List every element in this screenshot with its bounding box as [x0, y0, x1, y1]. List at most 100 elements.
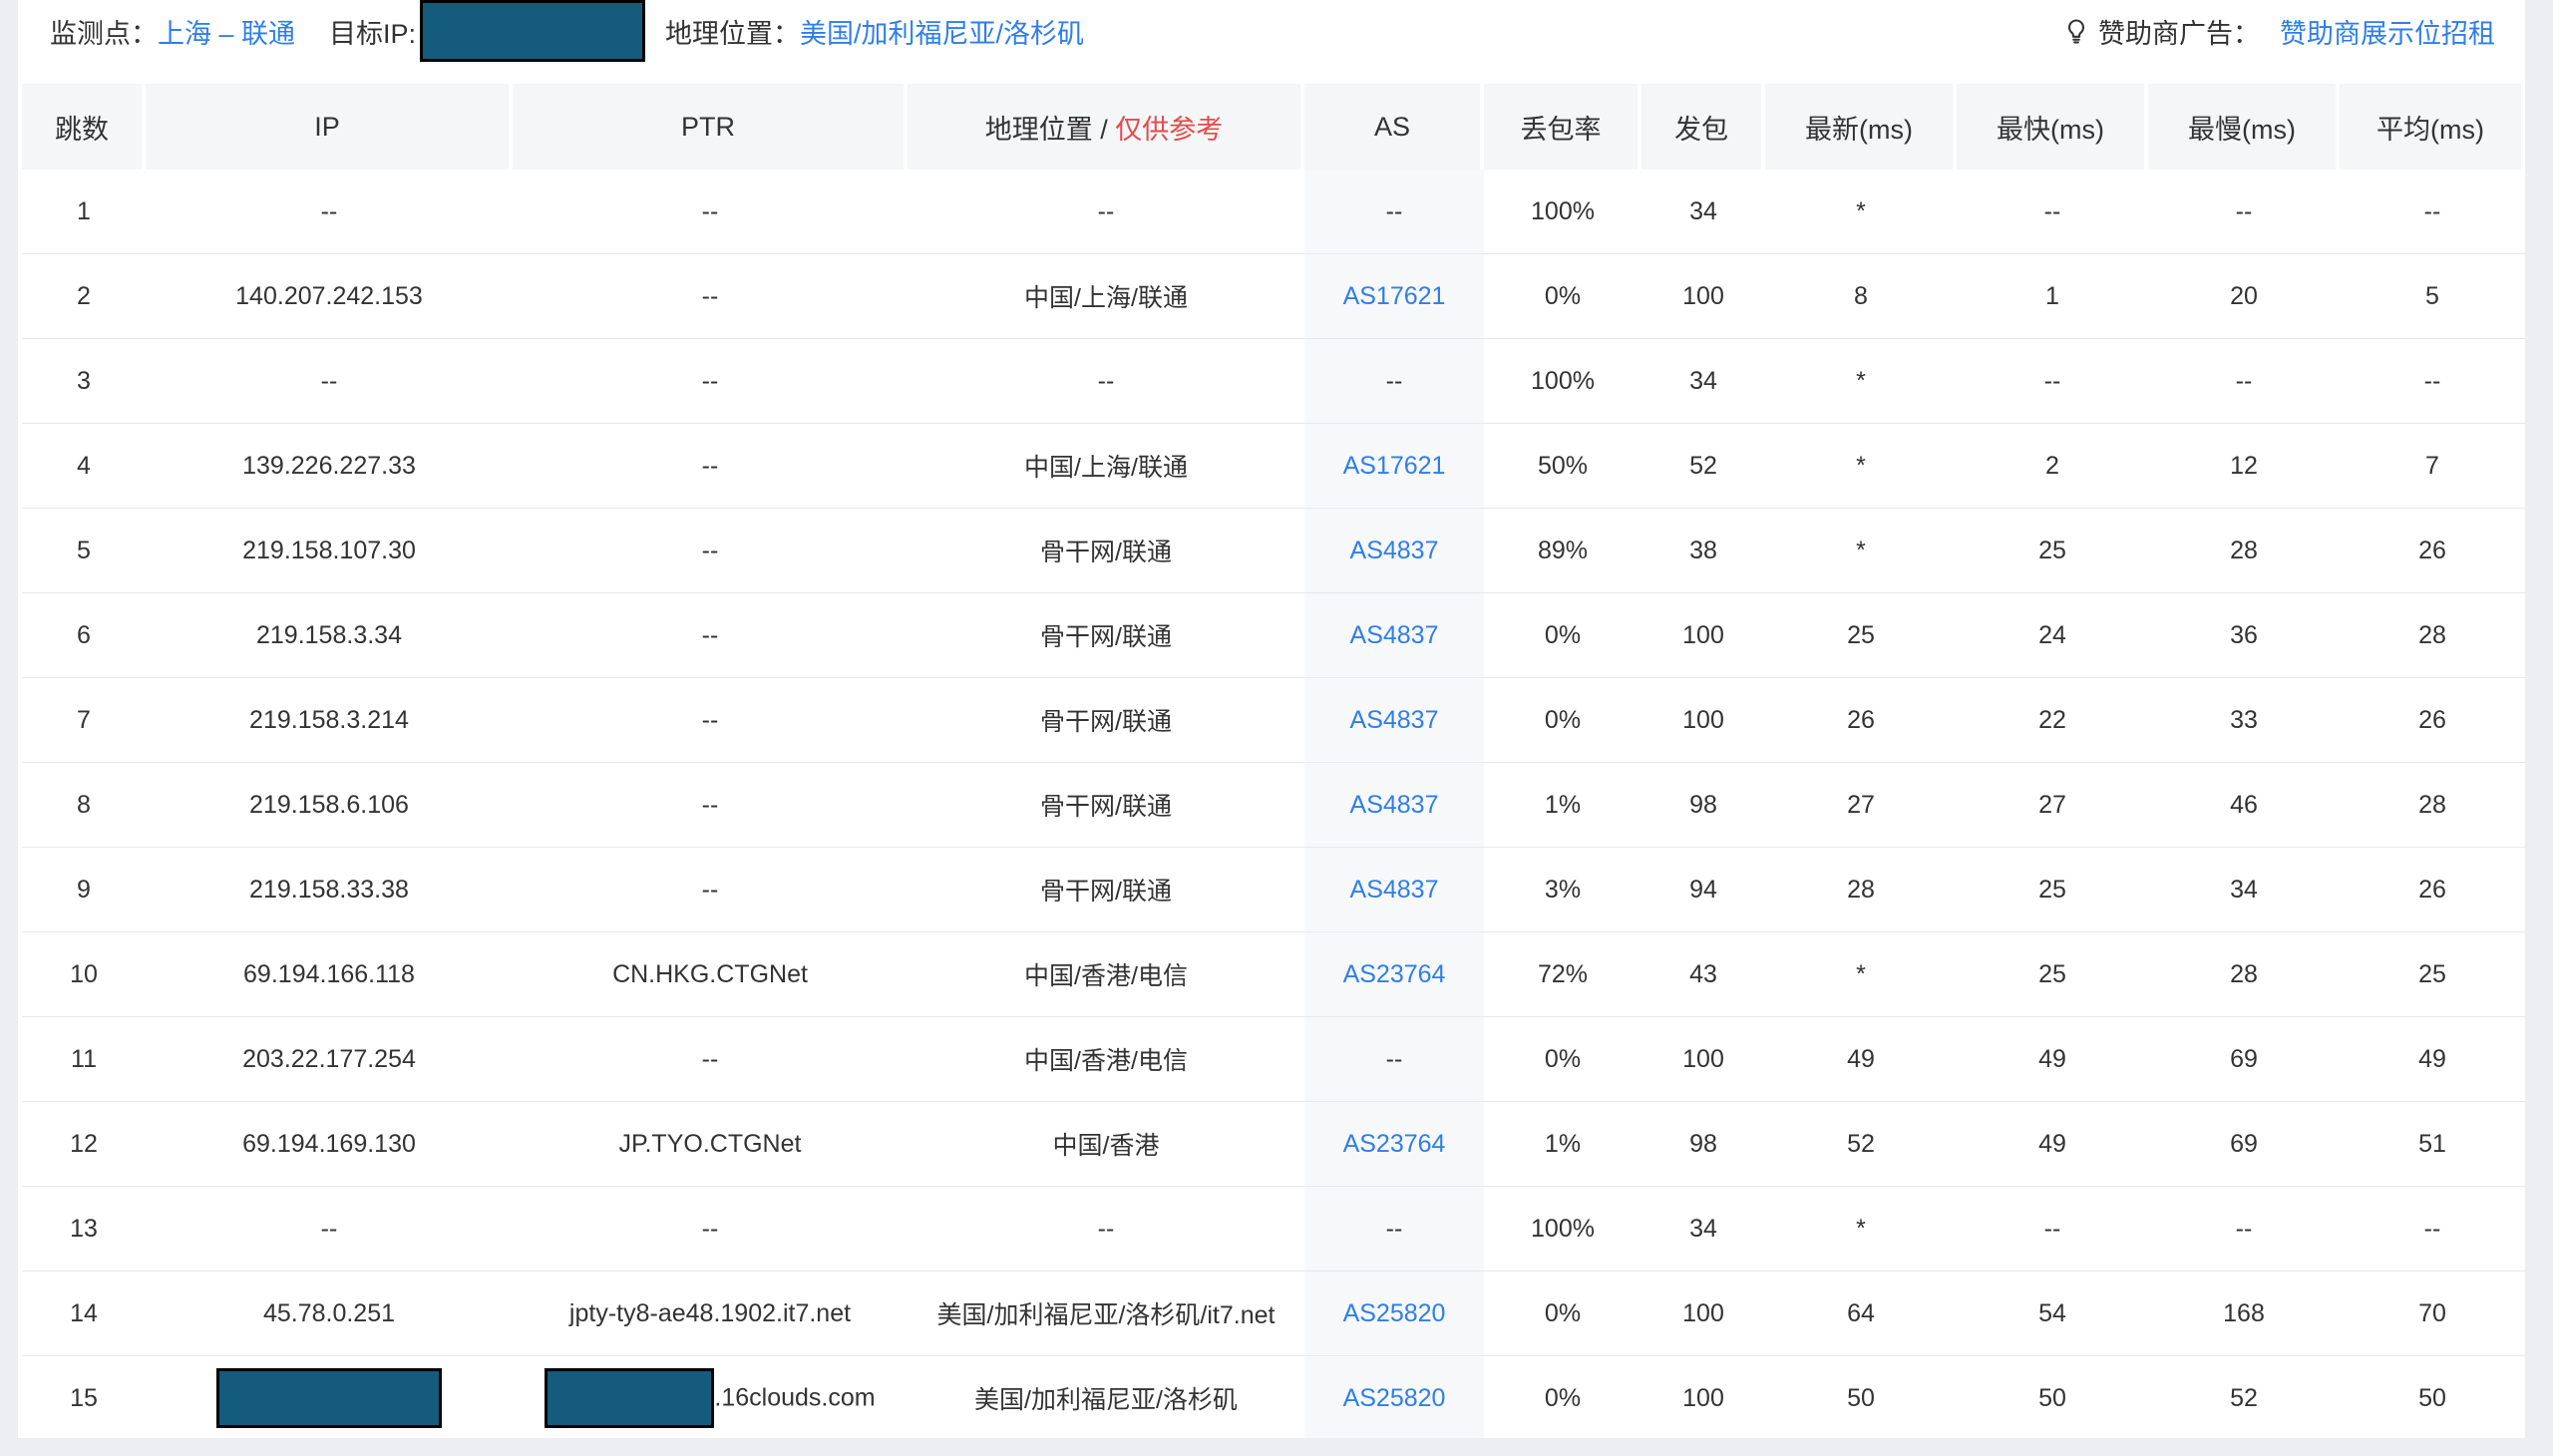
cell-hop: 11 [22, 1017, 146, 1102]
cell-last: 27 [1765, 763, 1957, 848]
as-link[interactable]: AS23764 [1343, 960, 1446, 988]
cell-geo: 中国/上海/联通 [908, 424, 1304, 509]
cell-worst: 12 [2148, 424, 2340, 509]
cell-ptr: .16clouds.com [513, 1356, 908, 1438]
cell-last: 52 [1765, 1102, 1957, 1187]
cell-sent: 98 [1641, 763, 1765, 848]
cell-geo: 美国/加利福尼亚/洛杉矶/it7.net [908, 1272, 1304, 1356]
sponsor-link[interactable]: 赞助商展示位招租 [2280, 12, 2495, 51]
cell-geo: 中国/香港/电信 [908, 1017, 1304, 1102]
cell-ip: 219.158.107.30 [146, 509, 513, 593]
table-row: 7 219.158.3.214 -- 骨干网/联通 AS4837 0% 100 26 22 33 2… [22, 678, 2525, 763]
sponsor-ad: 赞助商广告： 赞助商展示位招租 [2062, 0, 2495, 62]
cell-avg: 28 [2340, 593, 2525, 678]
cell-loss: 0% [1484, 593, 1641, 678]
cell-loss: 1% [1484, 763, 1641, 848]
cell-geo: 骨干网/联通 [908, 509, 1304, 593]
cell-geo: 中国/上海/联通 [908, 254, 1304, 339]
cell-ptr: -- [513, 424, 908, 509]
cell-worst: 69 [2148, 1102, 2340, 1187]
table-row: 4 139.226.227.33 -- 中国/上海/联通 AS17621 50% 52 * 2 1… [22, 424, 2525, 509]
ptr-suffix: .16clouds.com [714, 1383, 876, 1412]
cell-as: AS4837 [1304, 509, 1484, 593]
cell-ptr: jpty-ty8-ae48.1902.it7.net [513, 1272, 908, 1356]
cell-ptr: -- [513, 509, 908, 593]
header-hop: 跳数 [22, 84, 146, 170]
cell-best: 49 [1957, 1102, 2148, 1187]
as-value: -- [1385, 1044, 1403, 1073]
as-link[interactable]: AS25820 [1343, 1299, 1446, 1327]
cell-hop: 15 [22, 1356, 146, 1438]
cell-avg: 25 [2340, 932, 2525, 1017]
geo-value-link[interactable]: 美国/加利福尼亚/洛杉矶 [800, 12, 1084, 51]
cell-ip: 219.158.3.34 [146, 593, 513, 678]
cell-hop: 6 [22, 593, 146, 678]
cell-as: AS4837 [1304, 678, 1484, 763]
header-geo-label: 地理位置 [984, 114, 1093, 145]
cell-geo: -- [908, 170, 1304, 254]
cell-last: * [1765, 170, 1957, 254]
target-ip: 目标IP: [329, 0, 646, 62]
cell-sent: 100 [1641, 1356, 1765, 1438]
cell-worst: 20 [2148, 254, 2340, 339]
cell-loss: 0% [1484, 678, 1641, 763]
as-link[interactable]: AS17621 [1343, 282, 1446, 310]
cell-avg: 5 [2340, 254, 2525, 339]
as-link[interactable]: AS23764 [1343, 1130, 1446, 1158]
header-best: 最快(ms) [1957, 84, 2148, 170]
cell-ptr: JP.TYO.CTGNet [513, 1102, 908, 1187]
cell-avg: 51 [2340, 1102, 2525, 1187]
lightbulb-icon [2067, 19, 2085, 44]
cell-last: * [1765, 509, 1957, 593]
target-ip-label: 目标IP: [329, 18, 417, 49]
cell-best: 22 [1957, 678, 2148, 763]
monitor-label: 监测点： [50, 18, 158, 49]
cell-best: 25 [1957, 509, 2148, 593]
header-last: 最新(ms) [1765, 84, 1957, 170]
cell-ip: 69.194.166.118 [146, 932, 513, 1017]
cell-sent: 100 [1641, 1272, 1765, 1356]
cell-loss: 1% [1484, 1102, 1641, 1187]
cell-ptr: -- [513, 1017, 908, 1102]
cell-sent: 100 [1641, 593, 1765, 678]
as-link[interactable]: AS4837 [1350, 791, 1439, 819]
cell-best: 54 [1957, 1272, 2148, 1356]
cell-last: * [1765, 424, 1957, 509]
geo-label: 地理位置： [665, 18, 801, 49]
header-loss: 丢包率 [1484, 84, 1641, 170]
cell-ip: 219.158.3.214 [146, 678, 513, 763]
monitor-value-link[interactable]: 上海 – 联通 [158, 12, 295, 51]
cell-as: -- [1304, 1017, 1484, 1102]
cell-loss: 89% [1484, 509, 1641, 593]
cell-ptr: -- [513, 1187, 908, 1272]
cell-sent: 34 [1641, 339, 1765, 424]
as-link[interactable]: AS17621 [1343, 452, 1446, 480]
cell-last: 49 [1765, 1017, 1957, 1102]
cell-last: 28 [1765, 848, 1957, 932]
as-link[interactable]: AS4837 [1350, 537, 1439, 564]
cell-best: -- [1957, 170, 2148, 254]
cell-avg: 49 [2340, 1017, 2525, 1102]
table-row: 13 -- -- -- -- 100% 34 * -- -- -- [22, 1187, 2525, 1272]
cell-as: AS25820 [1304, 1272, 1484, 1356]
ptr-redaction [545, 1368, 715, 1428]
ip-redaction [216, 1368, 442, 1428]
table-row: 9 219.158.33.38 -- 骨干网/联通 AS4837 3% 94 28 25 34 26 [22, 848, 2525, 932]
as-link[interactable]: AS4837 [1350, 621, 1439, 649]
table-row: 6 219.158.3.34 -- 骨干网/联通 AS4837 0% 100 25 24 36 28 [22, 593, 2525, 678]
cell-loss: 0% [1484, 1272, 1641, 1356]
cell-ip: 140.207.242.153 [146, 254, 513, 339]
cell-best: 1 [1957, 254, 2148, 339]
cell-loss: 100% [1484, 339, 1641, 424]
cell-worst: -- [2148, 339, 2340, 424]
cell-hop: 14 [22, 1272, 146, 1356]
cell-as: AS4837 [1304, 763, 1484, 848]
cell-best: 25 [1957, 932, 2148, 1017]
as-link[interactable]: AS4837 [1350, 876, 1439, 904]
as-link[interactable]: AS4837 [1350, 706, 1439, 734]
cell-ip: -- [146, 1187, 513, 1272]
cell-worst: 28 [2148, 932, 2340, 1017]
cell-hop: 3 [22, 339, 146, 424]
cell-best: 24 [1957, 593, 2148, 678]
as-link[interactable]: AS25820 [1343, 1384, 1446, 1412]
